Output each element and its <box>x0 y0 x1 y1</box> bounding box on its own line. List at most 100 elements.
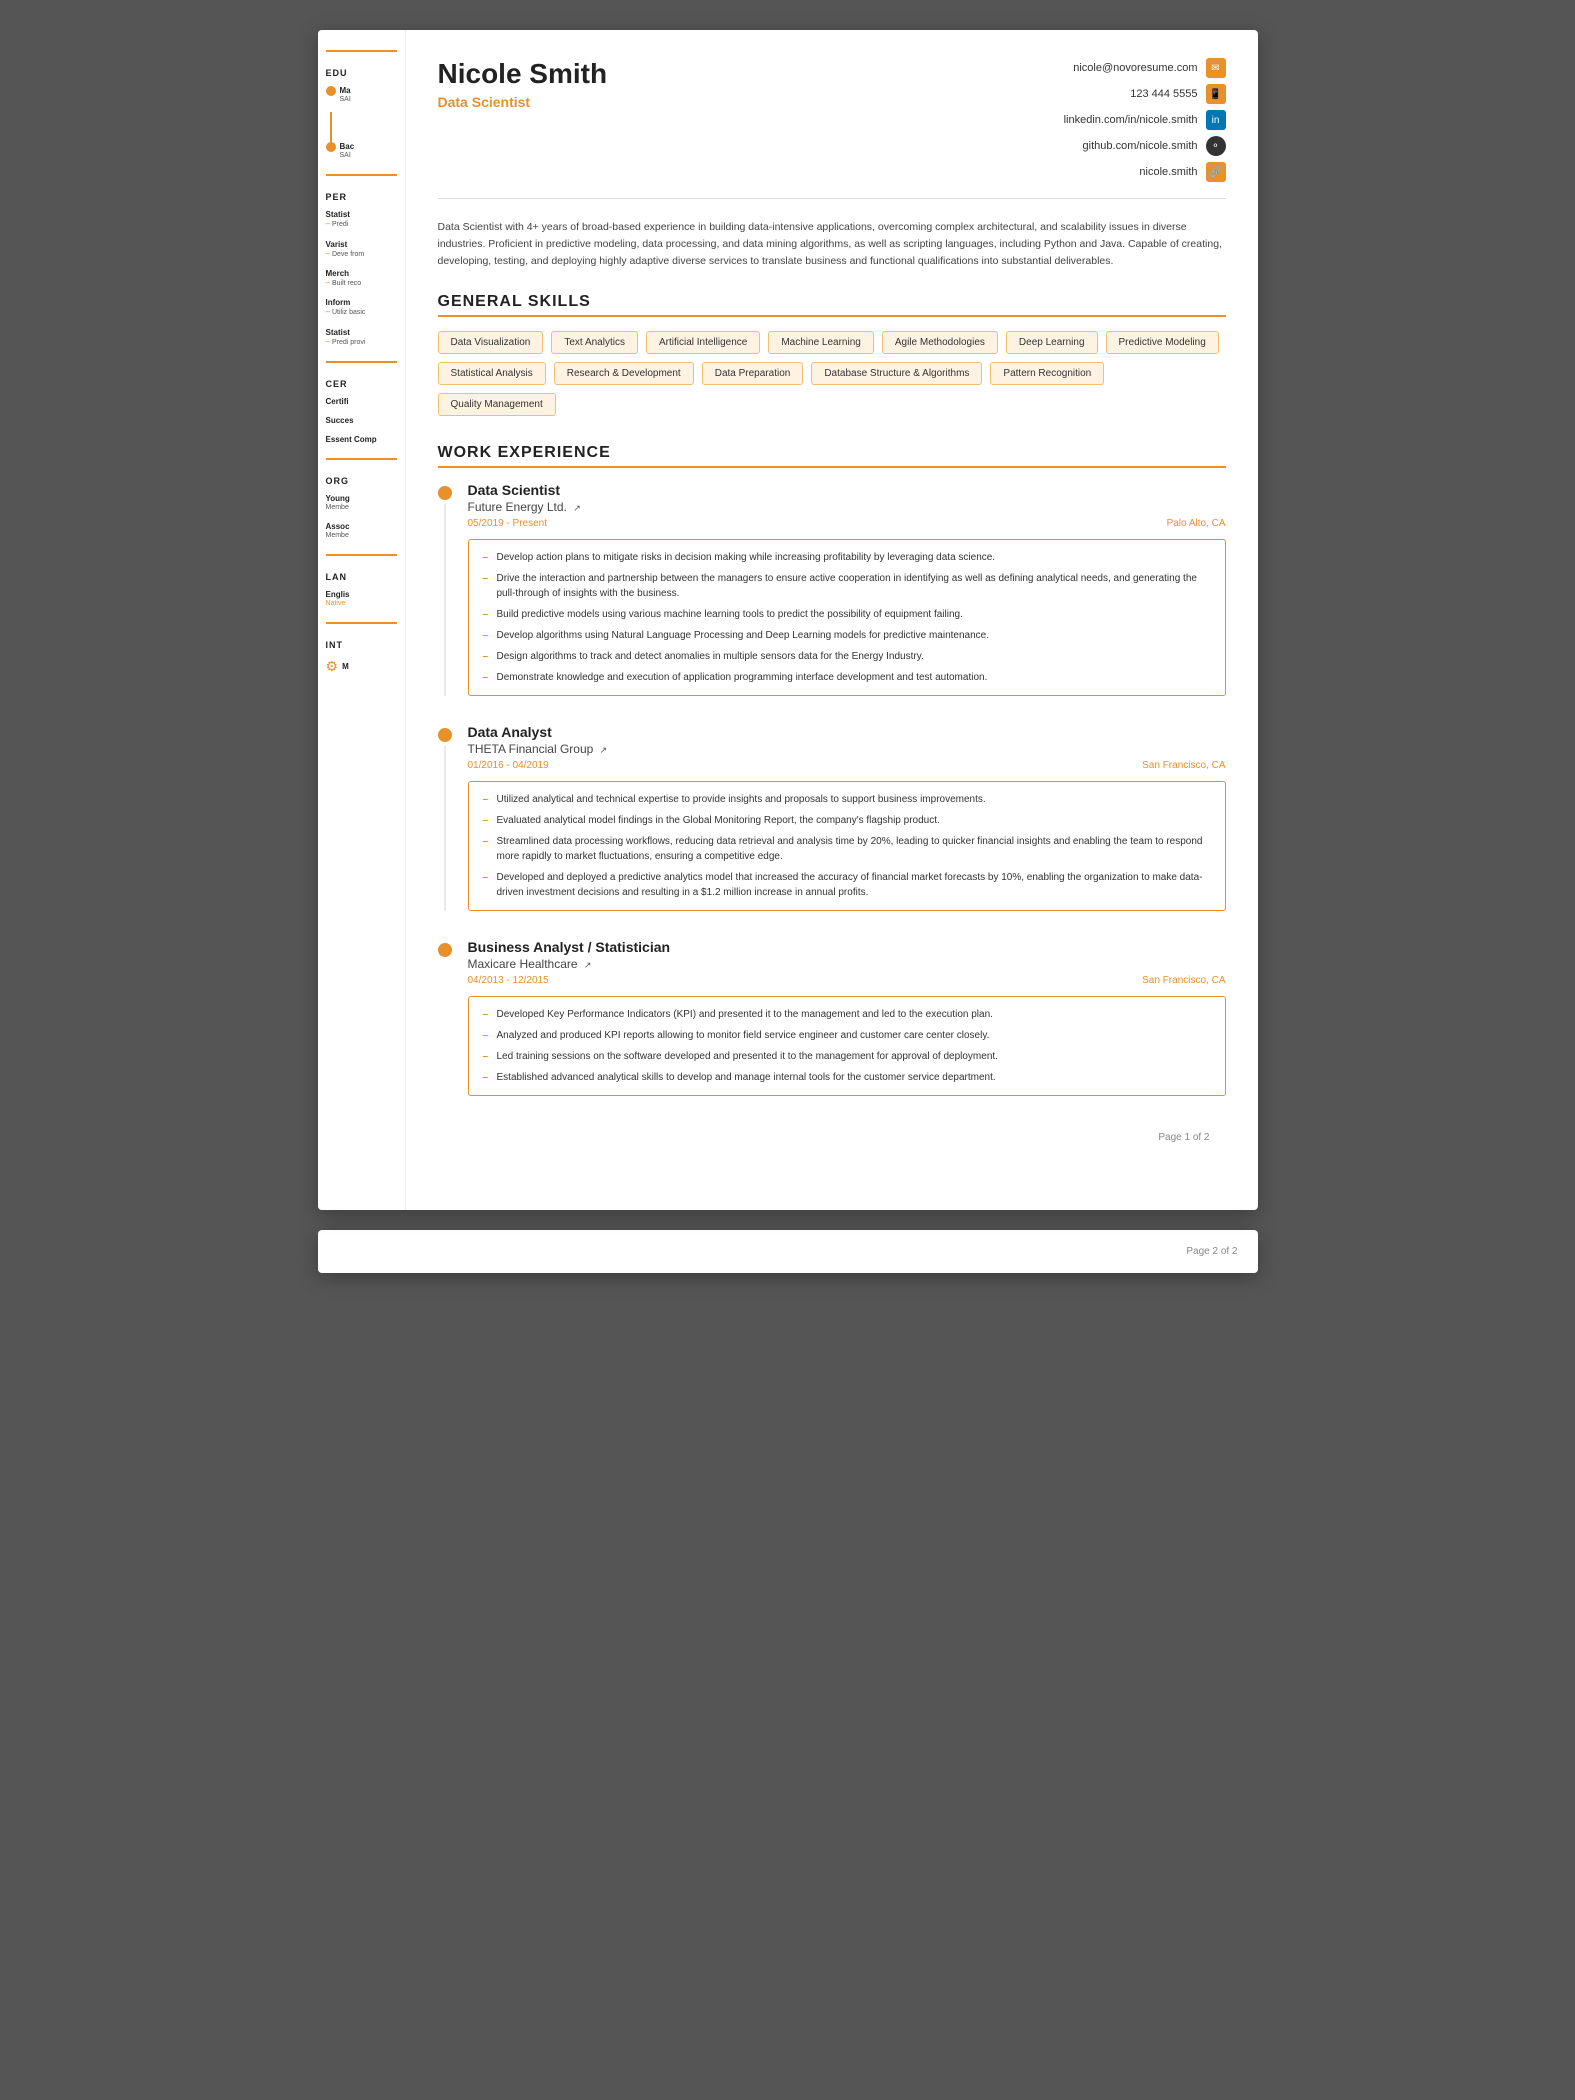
skill-tag: Data Preparation <box>702 362 804 385</box>
job-bullet: Streamlined data processing workflows, r… <box>483 834 1211 864</box>
sidebar-edu-degree-1: Ma <box>340 86 351 95</box>
sidebar: EDU Ma SAI Bac SAI PER Statist –Predi Va… <box>318 30 406 1210</box>
job-bullets-1: Develop action plans to mitigate risks i… <box>468 539 1226 696</box>
contact-github-row: github.com/nicole.smith ⚬ <box>1083 136 1226 156</box>
job-bullet: Develop action plans to mitigate risks i… <box>483 550 1211 565</box>
skill-tag: Research & Development <box>554 362 694 385</box>
website-icon: 🔗 <box>1206 162 1226 182</box>
skills-container: Data Visualization Text Analytics Artifi… <box>438 331 1226 416</box>
job-company-3: Maxicare Healthcare ↗ <box>468 957 1226 971</box>
sidebar-per-item-3: Merch –Built reco <box>326 269 397 288</box>
job-bullet: Design algorithms to track and detect an… <box>483 649 1211 664</box>
job-timeline-line-2 <box>444 746 446 911</box>
sidebar-org-title: ORG <box>326 476 397 486</box>
sidebar-cer-title: CER <box>326 379 397 389</box>
work-experience-title: WORK EXPERIENCE <box>438 444 1226 468</box>
sidebar-dot <box>326 86 336 96</box>
contact-website-row: nicole.smith 🔗 <box>1139 162 1225 182</box>
website-text: nicole.smith <box>1139 166 1197 178</box>
sidebar-per-item-4: Inform –Utiliz basic <box>326 298 397 317</box>
page-number-1: Page 1 of 2 <box>438 1124 1226 1151</box>
contact-linkedin-row: linkedin.com/in/nicole.smith in <box>1064 110 1226 130</box>
sidebar-per-title: PER <box>326 192 397 202</box>
job-content-2: Data Analyst THETA Financial Group ↗ 01/… <box>468 724 1226 911</box>
skill-tag: Deep Learning <box>1006 331 1098 354</box>
external-link-icon-2: ↗ <box>600 745 608 756</box>
sidebar-edu-item-2: Bac SAI <box>326 142 397 160</box>
contact-info: nicole@novoresume.com ✉ 123 444 5555 📱 l… <box>1064 58 1226 182</box>
job-location-2: San Francisco, CA <box>1142 760 1225 771</box>
job-title-1: Data Scientist <box>468 482 1226 498</box>
phone-icon: 📱 <box>1206 84 1226 104</box>
contact-email-row: nicole@novoresume.com ✉ <box>1073 58 1225 78</box>
header-left: Nicole Smith Data Scientist <box>438 58 608 110</box>
job-dates-1: 05/2019 - Present <box>468 518 548 529</box>
job-bullet: Develop algorithms using Natural Languag… <box>483 628 1211 643</box>
job-location-3: San Francisco, CA <box>1142 975 1225 986</box>
job-content-1: Data Scientist Future Energy Ltd. ↗ 05/2… <box>468 482 1226 696</box>
job-bullet: Demonstrate knowledge and execution of a… <box>483 670 1211 685</box>
job-dates-3: 04/2013 - 12/2015 <box>468 975 549 986</box>
job-bullet: Drive the interaction and partnership be… <box>483 571 1211 601</box>
linkedin-text: linkedin.com/in/nicole.smith <box>1064 114 1198 126</box>
summary-text: Data Scientist with 4+ years of broad-ba… <box>438 219 1226 269</box>
job-bullet: Developed and deployed a predictive anal… <box>483 870 1211 900</box>
resume-header: Nicole Smith Data Scientist nicole@novor… <box>438 58 1226 199</box>
sidebar-per-item-5: Statist –Predi provi <box>326 328 397 347</box>
sidebar-int-title: INT <box>326 640 397 650</box>
job-dot-col-2 <box>438 724 452 911</box>
page-number-2: Page 2 of 2 <box>1186 1246 1237 1257</box>
skill-tag: Agile Methodologies <box>882 331 998 354</box>
sidebar-timeline-line <box>330 112 332 142</box>
job-dot-col <box>438 482 452 696</box>
candidate-title: Data Scientist <box>438 94 608 110</box>
contact-phone-row: 123 444 5555 📱 <box>1130 84 1225 104</box>
sidebar-dot-2 <box>326 142 336 152</box>
job-dot <box>438 486 452 500</box>
linkedin-icon: in <box>1206 110 1226 130</box>
skill-tag: Pattern Recognition <box>990 362 1104 385</box>
skill-tag: Machine Learning <box>768 331 874 354</box>
job-bullet: Established advanced analytical skills t… <box>483 1070 1211 1085</box>
sidebar-per-item-1: Statist –Predi <box>326 210 397 229</box>
job-bullets-2: Utilized analytical and technical expert… <box>468 781 1226 911</box>
sidebar-lan-title: LAN <box>326 572 397 582</box>
sidebar-edu-title: EDU <box>326 68 397 78</box>
job-title-2: Data Analyst <box>468 724 1226 740</box>
job-dot-2 <box>438 728 452 742</box>
job-location-1: Palo Alto, CA <box>1167 518 1226 529</box>
skill-tag: Database Structure & Algorithms <box>811 362 982 385</box>
external-link-icon: ↗ <box>573 503 581 514</box>
sidebar-per-item-2: Varist –Deve from <box>326 240 397 259</box>
external-link-icon-3: ↗ <box>584 960 592 971</box>
job-bullets-3: Developed Key Performance Indicators (KP… <box>468 996 1226 1096</box>
job-bullet: Utilized analytical and technical expert… <box>483 792 1211 807</box>
job-bullet: Analyzed and produced KPI reports allowi… <box>483 1028 1211 1043</box>
general-skills-section: GENERAL SKILLS Data Visualization Text A… <box>438 293 1226 416</box>
general-skills-title: GENERAL SKILLS <box>438 293 1226 317</box>
email-icon: ✉ <box>1206 58 1226 78</box>
job-entry-1: Data Scientist Future Energy Ltd. ↗ 05/2… <box>438 482 1226 696</box>
job-dot-3 <box>438 943 452 957</box>
job-entry-3: Business Analyst / Statistician Maxicare… <box>438 939 1226 1096</box>
job-entry-2: Data Analyst THETA Financial Group ↗ 01/… <box>438 724 1226 911</box>
job-dot-col-3 <box>438 939 452 1096</box>
github-icon: ⚬ <box>1206 136 1226 156</box>
job-meta-3: 04/2013 - 12/2015 San Francisco, CA <box>468 975 1226 986</box>
skill-tag: Statistical Analysis <box>438 362 546 385</box>
job-company-2: THETA Financial Group ↗ <box>468 742 1226 756</box>
skill-tag: Artificial Intelligence <box>646 331 760 354</box>
sidebar-edu-degree-2: Bac <box>340 142 355 151</box>
gear-icon: ⚙ <box>326 658 339 675</box>
job-dates-2: 01/2016 - 04/2019 <box>468 760 549 771</box>
main-content: Nicole Smith Data Scientist nicole@novor… <box>406 30 1258 1210</box>
sidebar-edu-school-2: SAI <box>340 151 355 160</box>
phone-text: 123 444 5555 <box>1130 88 1197 100</box>
resume-page-2: Page 2 of 2 <box>318 1230 1258 1273</box>
job-title-3: Business Analyst / Statistician <box>468 939 1226 955</box>
sidebar-edu-school-1: SAI <box>340 95 351 104</box>
skill-tag: Predictive Modeling <box>1106 331 1219 354</box>
job-meta-1: 05/2019 - Present Palo Alto, CA <box>468 518 1226 529</box>
job-company-1: Future Energy Ltd. ↗ <box>468 500 1226 514</box>
job-bullet: Developed Key Performance Indicators (KP… <box>483 1007 1211 1022</box>
